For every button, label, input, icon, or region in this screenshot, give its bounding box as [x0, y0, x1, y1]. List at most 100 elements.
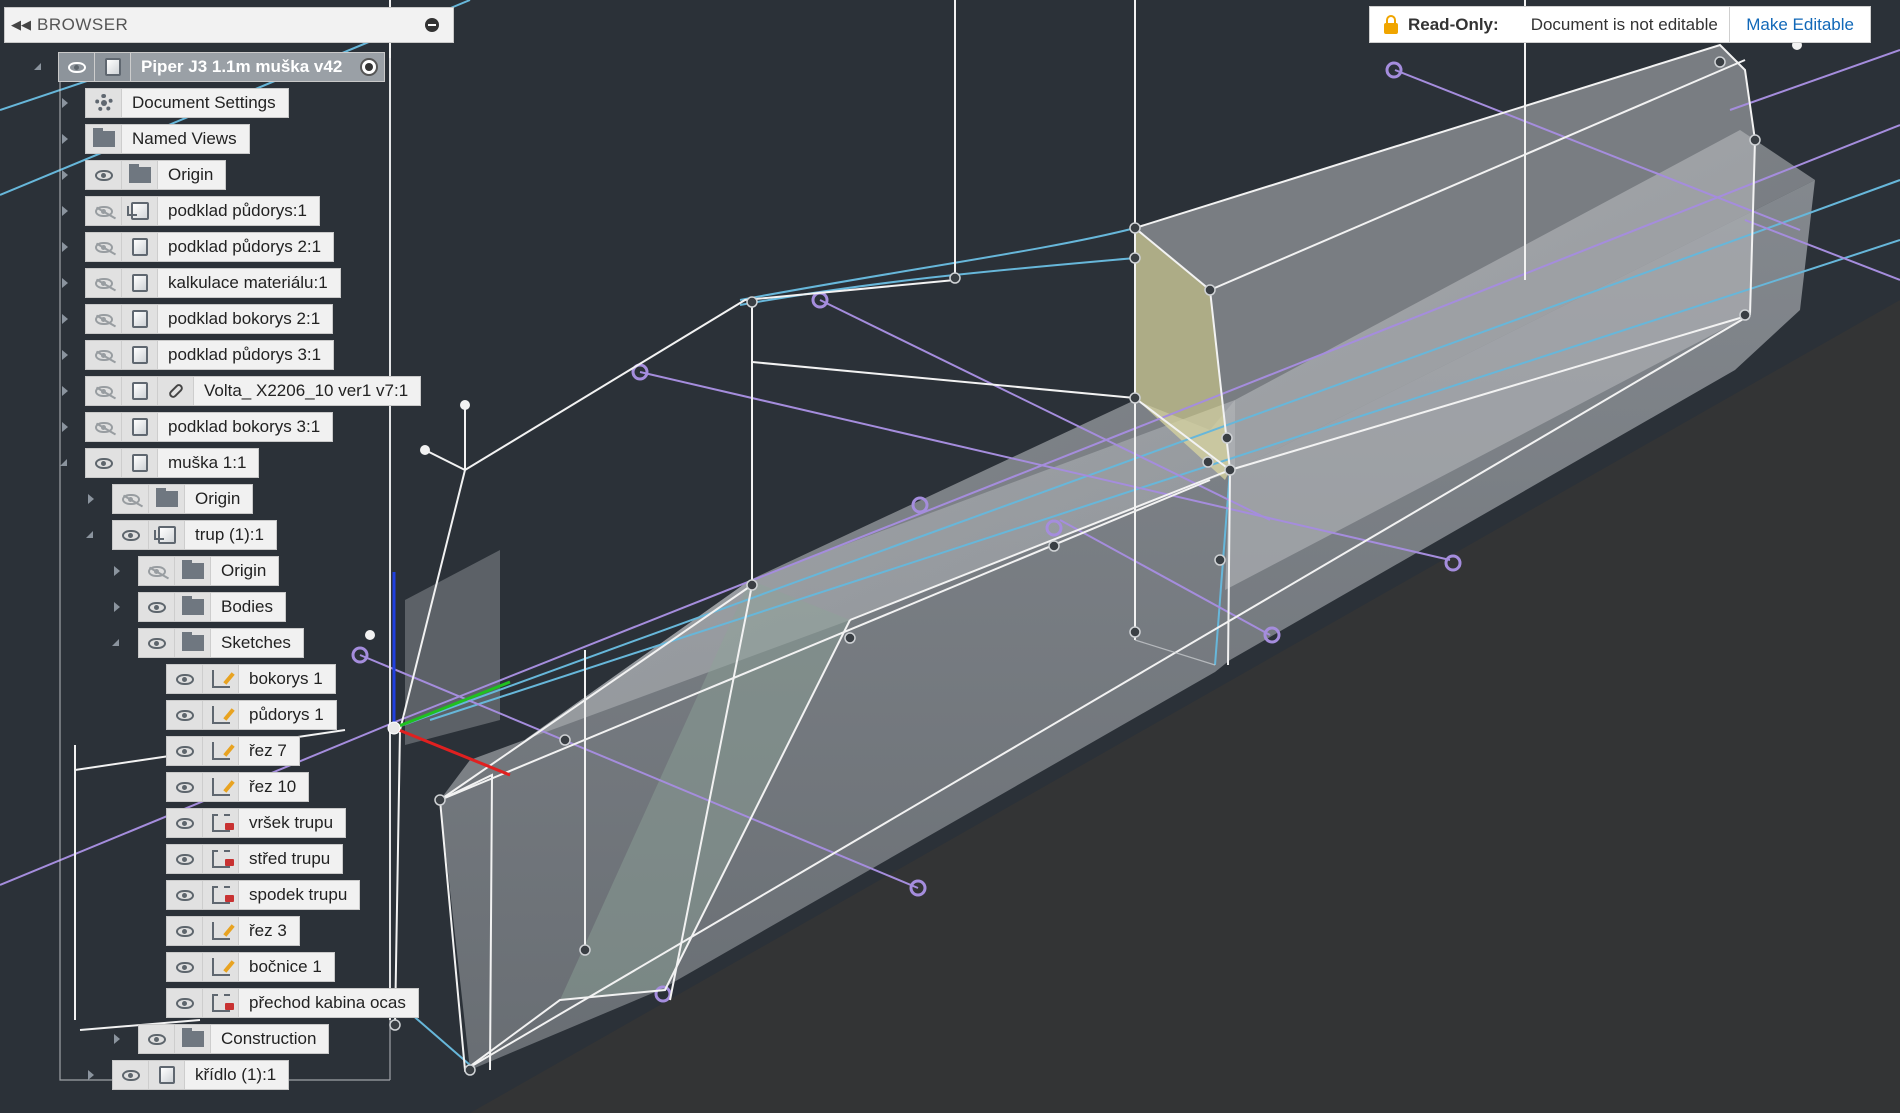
visibility-eye-icon[interactable] — [167, 737, 203, 765]
tree-root-row[interactable]: Piper J3 1.1m muška v42 — [30, 51, 386, 83]
tree-item[interactable]: Volta_ X2206_10 ver1 v7:1 — [60, 375, 422, 407]
sketch-locked-icon — [203, 809, 239, 837]
expander-icon[interactable] — [114, 1034, 120, 1044]
expander-icon[interactable] — [62, 314, 68, 324]
tree-item-muska-origin[interactable]: Origin — [86, 483, 254, 515]
sketch-icon — [203, 665, 239, 693]
visibility-eye-icon[interactable] — [167, 917, 203, 945]
expander-icon[interactable] — [62, 170, 68, 180]
sketch-icon — [203, 773, 239, 801]
tree-item[interactable]: podklad bokorys 3:1 — [60, 411, 334, 443]
expander-icon[interactable] — [86, 531, 93, 538]
tree-item[interactable]: kalkulace materiálu:1 — [60, 267, 341, 299]
visibility-eye-icon[interactable] — [139, 593, 175, 621]
expander-icon[interactable] — [60, 459, 67, 466]
visibility-eye-icon[interactable] — [113, 521, 149, 549]
sketch-icon — [203, 701, 239, 729]
origin-label: Origin — [168, 165, 214, 184]
tree-item-construction[interactable]: Construction — [112, 1023, 330, 1055]
visibility-eye-icon[interactable] — [167, 773, 203, 801]
lock-icon — [1384, 15, 1398, 34]
tree-item-kridlo[interactable]: křídlo (1):1 — [86, 1059, 290, 1091]
sketch-item[interactable]: vršek trupu — [166, 807, 347, 839]
tree-item-named-views[interactable]: Named Views — [60, 123, 250, 155]
tree-item-bodies[interactable]: Bodies — [112, 591, 286, 623]
tree-item-trup[interactable]: trup (1):1 — [86, 519, 277, 551]
expander-icon[interactable] — [112, 639, 119, 646]
sketch-item[interactable]: spodek trupu — [166, 879, 361, 911]
visibility-eye-icon[interactable] — [86, 449, 122, 477]
visibility-eye-icon[interactable] — [167, 665, 203, 693]
read-only-label: Read-Only: — [1408, 14, 1499, 34]
visibility-eye-icon[interactable] — [139, 629, 175, 657]
expander-icon[interactable] — [88, 1070, 94, 1080]
expander-icon[interactable] — [62, 134, 68, 144]
tree-item[interactable]: podklad bokorys 2:1 — [60, 303, 334, 335]
tree-item-origin[interactable]: Origin — [60, 159, 227, 191]
sketch-item[interactable]: řez 10 — [166, 771, 310, 803]
expander-icon[interactable] — [62, 386, 68, 396]
tree-item-document-settings[interactable]: Document Settings — [60, 87, 289, 119]
expander-icon[interactable] — [62, 350, 68, 360]
folder-icon — [86, 125, 122, 153]
sketch-item[interactable]: řez 7 — [166, 735, 300, 767]
sketch-item[interactable]: bočnice 1 — [166, 951, 335, 983]
expander-icon[interactable] — [114, 566, 120, 576]
tree-item[interactable]: podklad půdorys 2:1 — [60, 231, 335, 263]
make-editable-button[interactable]: Make Editable — [1729, 7, 1870, 42]
hidden-eye-icon[interactable] — [86, 377, 122, 405]
tree-item-muska[interactable]: muška 1:1 — [60, 447, 260, 479]
hidden-eye-icon[interactable] — [86, 269, 122, 297]
expander-icon[interactable] — [62, 422, 68, 432]
sketch-item[interactable]: střed trupu — [166, 843, 344, 875]
tree-item[interactable]: podklad půdorys 3:1 — [60, 339, 335, 371]
hidden-eye-icon[interactable] — [113, 485, 149, 513]
sketch-item[interactable]: přechod kabina ocas — [166, 987, 419, 1019]
tree-item[interactable]: podklad půdorys:1 — [60, 195, 320, 227]
sketch-label: půdorys 1 — [249, 705, 324, 724]
visibility-eye-icon[interactable] — [167, 881, 203, 909]
sketch-locked-icon — [203, 989, 239, 1017]
hidden-eye-icon[interactable] — [139, 557, 175, 585]
expander-icon[interactable] — [62, 242, 68, 252]
expander-icon[interactable] — [114, 602, 120, 612]
read-only-message: Document is not editable — [1530, 14, 1718, 34]
visibility-eye-icon[interactable] — [113, 1061, 149, 1089]
visibility-eye-icon[interactable] — [86, 161, 122, 189]
activate-radio[interactable] — [360, 58, 379, 76]
tree-item-sketches[interactable]: Sketches — [112, 627, 304, 659]
visibility-eye-icon[interactable] — [59, 53, 95, 81]
expander-icon[interactable] — [88, 494, 94, 504]
item-label: podklad půdorys 3:1 — [168, 345, 322, 364]
visibility-eye-icon[interactable] — [139, 1025, 175, 1053]
expander-icon[interactable] — [62, 98, 68, 108]
expander-icon[interactable] — [34, 63, 41, 70]
hidden-eye-icon[interactable] — [86, 233, 122, 261]
minimize-icon[interactable] — [425, 18, 439, 32]
sketch-label: řez 7 — [249, 741, 287, 760]
visibility-eye-icon[interactable] — [167, 809, 203, 837]
hidden-eye-icon[interactable] — [86, 413, 122, 441]
sketch-label: bokorys 1 — [249, 669, 323, 688]
visibility-eye-icon[interactable] — [167, 989, 203, 1017]
item-label: podklad bokorys 3:1 — [168, 417, 321, 436]
body-icon — [149, 1061, 185, 1089]
collapse-browser-icon[interactable]: ◀◀ — [5, 17, 37, 33]
sketch-label: střed trupu — [249, 849, 331, 868]
hidden-eye-icon[interactable] — [86, 341, 122, 369]
hidden-eye-icon[interactable] — [86, 305, 122, 333]
sketch-item[interactable]: bokorys 1 — [166, 663, 336, 695]
component-icon — [149, 521, 185, 549]
hidden-eye-icon[interactable] — [86, 197, 122, 225]
body-icon — [122, 341, 158, 369]
visibility-eye-icon[interactable] — [167, 845, 203, 873]
expander-icon[interactable] — [62, 206, 68, 216]
expander-icon[interactable] — [62, 278, 68, 288]
tree-item-trup-origin[interactable]: Origin — [112, 555, 280, 587]
sketch-item[interactable]: půdorys 1 — [166, 699, 337, 731]
visibility-eye-icon[interactable] — [167, 953, 203, 981]
sketch-item[interactable]: řez 3 — [166, 915, 300, 947]
bodies-stack-icon — [122, 377, 158, 405]
tree-root[interactable]: Piper J3 1.1m muška v42 — [58, 52, 386, 82]
visibility-eye-icon[interactable] — [167, 701, 203, 729]
